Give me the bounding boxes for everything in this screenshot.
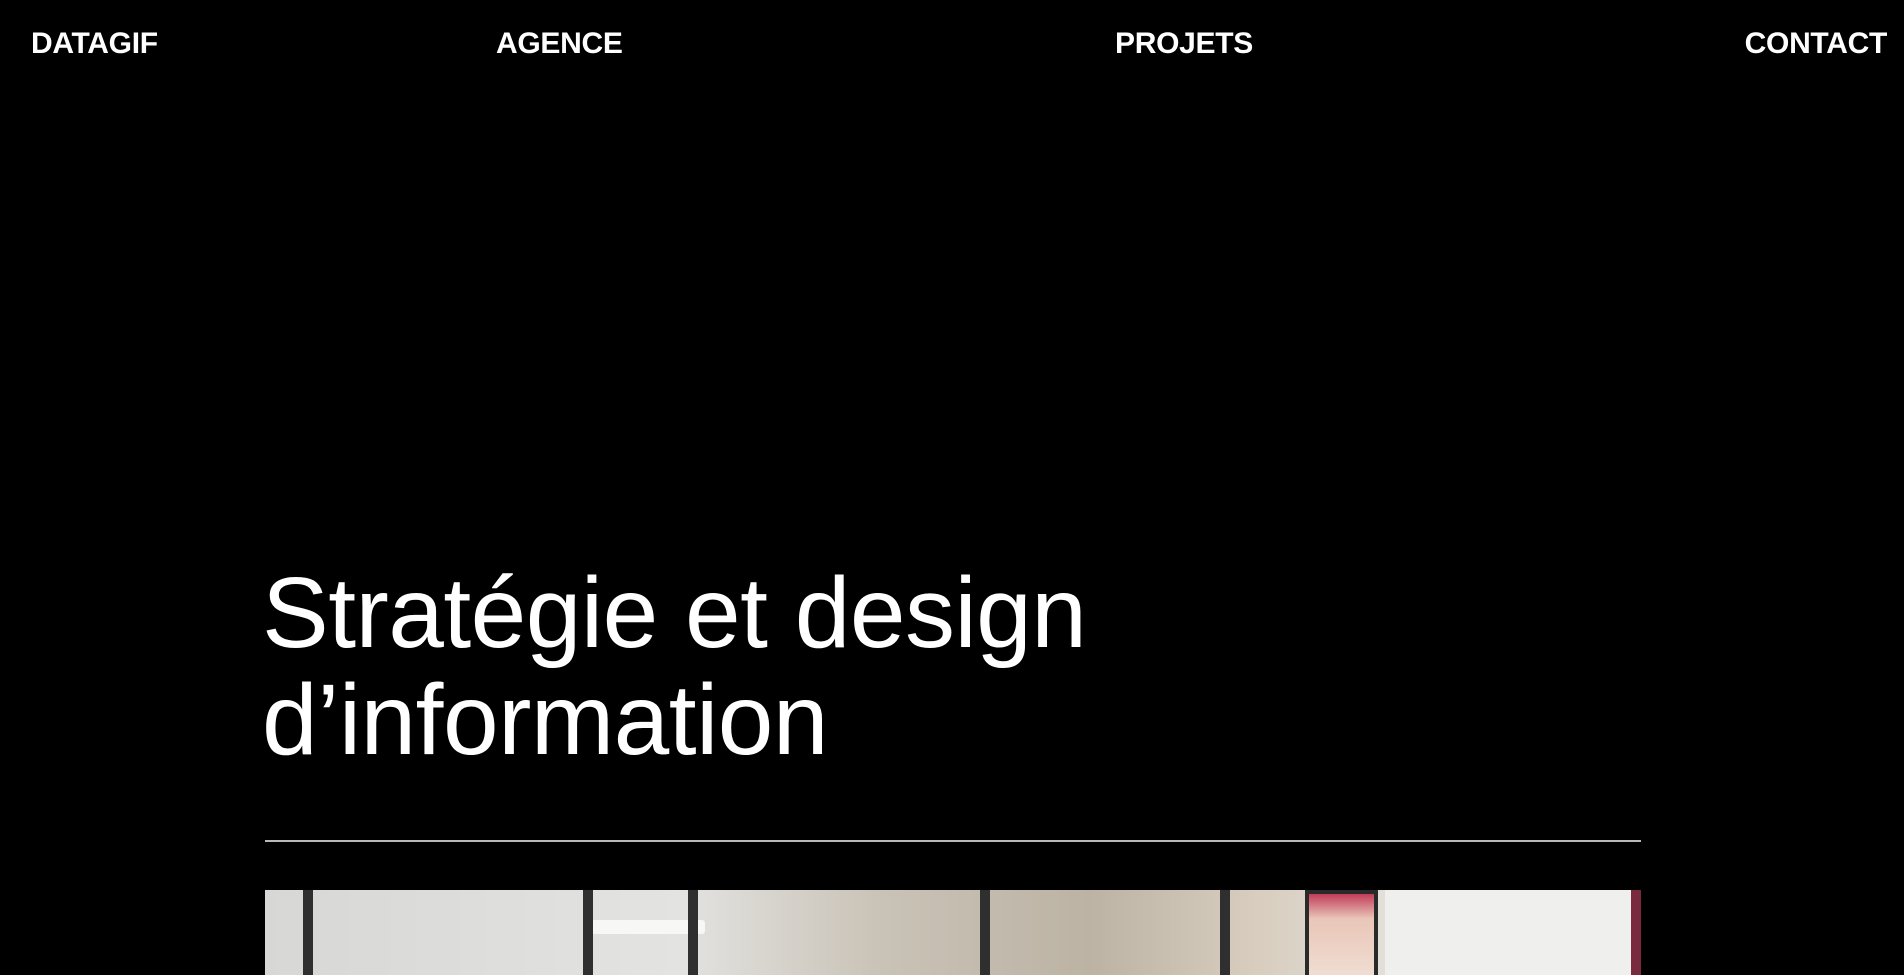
hero-image [265, 890, 1641, 975]
hero-divider [265, 840, 1641, 842]
nav-link-agence[interactable]: AGENCE [496, 26, 623, 62]
hero-title-line-1: Stratégie et design [262, 557, 1087, 669]
photo-wall-edge [1631, 890, 1641, 975]
photo-ceiling-light [585, 920, 705, 934]
photo-poster [1305, 890, 1378, 975]
page: DATAGIF AGENCE PROJETS CONTACT Stratégie… [0, 0, 1904, 975]
photo-window-frame [1220, 890, 1230, 975]
photo-window-frame [688, 890, 698, 975]
nav-link-contact[interactable]: CONTACT [1745, 26, 1888, 62]
hero-title-line-2: d’information [262, 664, 829, 776]
hero-title: Stratégie et design d’information [262, 557, 1087, 776]
photo-window-frame [303, 890, 313, 975]
logo-link[interactable]: DATAGIF [31, 26, 158, 62]
nav-link-projets[interactable]: PROJETS [1115, 26, 1253, 62]
photo-wall [1385, 890, 1641, 975]
photo-window-frame [980, 890, 990, 975]
photo-window-frame [583, 890, 593, 975]
